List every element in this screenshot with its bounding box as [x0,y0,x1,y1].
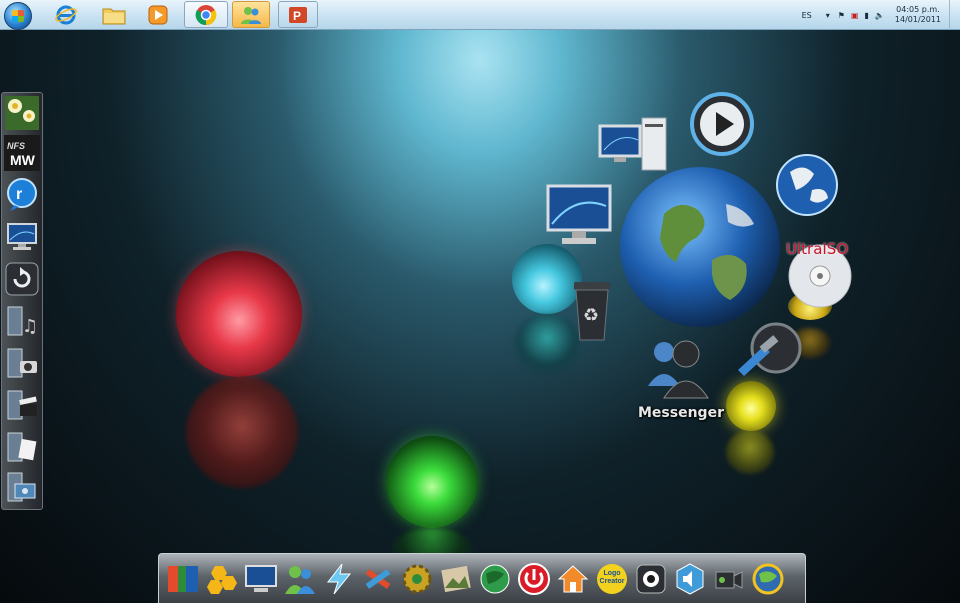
logo-creator-launcher[interactable]: Logo Creator [594,560,630,598]
music-folder-launcher[interactable]: ♫ [4,303,40,339]
documents-icon [7,432,37,462]
globe-small-icon[interactable] [774,152,840,218]
home-launcher[interactable] [555,560,591,598]
taskbar: P ES ▾ ⚑ ▣ ▮ 🔈 04:05 p.m. 14/01/2011 [0,0,960,30]
refresh-icon [5,262,39,296]
recycle-bin-icon[interactable]: ♻ [568,278,616,342]
powerpoint-icon: P [289,6,307,23]
google-chrome-button[interactable] [184,1,228,28]
ultraiso-label: UltraISO [786,240,849,258]
ie-icon [55,5,77,24]
folder-icon [102,8,126,24]
image-editor-icon [441,565,471,592]
flowers-icon [5,96,39,130]
red-sphere-reflection [186,376,298,488]
language-indicator[interactable]: ES [802,11,812,20]
power-launcher[interactable] [516,560,552,598]
flowers-launcher[interactable] [4,95,40,131]
power-icon [518,562,550,595]
media-player-icon [148,5,168,24]
avg-launcher[interactable] [165,560,201,598]
volume-icon[interactable]: 🔈 [875,11,885,20]
globe-gold-launcher[interactable] [750,560,786,598]
computer-launcher[interactable] [4,219,40,255]
speaker-launcher[interactable] [672,560,708,598]
chrome-icon [195,4,217,25]
svg-text:♻: ♻ [583,305,599,326]
camcorder-launcher[interactable] [711,560,747,598]
globe-launcher[interactable] [477,560,513,598]
sync-launcher[interactable] [4,261,40,297]
realplayer-launcher[interactable]: r [4,177,40,213]
svg-text:P: P [293,9,301,23]
avg-icon [168,565,198,592]
home-icon [557,564,589,592]
left-dock: NFS MW r ♫ [1,92,43,510]
network-folder-launcher[interactable] [4,469,40,505]
bottom-dock: Logo Creator [158,553,806,603]
red-sphere [176,251,302,377]
monitor-icon [245,564,277,592]
image-editor-launcher[interactable] [438,560,474,598]
messenger-launcher[interactable] [282,560,318,598]
show-desktop-button[interactable] [949,0,960,30]
monitor-launcher[interactable] [243,560,279,598]
webcam-launcher[interactable] [633,560,669,598]
svg-text:r: r [16,186,22,203]
nfs-mw-launcher[interactable]: NFS MW [4,135,40,171]
speaker-icon [676,562,704,595]
clock-date: 14/01/2011 [894,15,941,24]
lightning-launcher[interactable] [321,560,357,598]
documents-folder-launcher[interactable] [4,429,40,465]
lightning-icon [326,563,352,594]
music-icon: ♫ [7,306,38,337]
globe-gold-icon [752,563,784,594]
yellow-sphere [726,381,776,431]
green-sphere [386,436,478,528]
video-icon [7,390,37,420]
internet-explorer-button[interactable] [48,1,84,28]
messenger-icon [241,6,261,24]
tools-icon [365,568,391,589]
yellow-sphere-reflection [726,430,774,474]
media-play-icon[interactable] [688,92,756,156]
clock[interactable]: 04:05 p.m. 14/01/2011 [895,5,941,25]
earth-globe-icon[interactable] [616,164,784,330]
tools-launcher[interactable] [360,560,396,598]
clock-time: 04:05 p.m. [896,5,940,14]
svg-text:NFS: NFS [7,141,25,151]
webcam-icon [636,564,666,593]
monitor-icon [7,223,37,250]
messenger-label: Messenger [638,405,724,421]
svg-text:♫: ♫ [22,316,38,337]
nfs-mw-label: MW [10,152,35,168]
gear-launcher[interactable] [399,560,435,598]
cleaner-brush-icon[interactable] [734,318,804,378]
system-tray: ES ▾ ⚑ ▣ ▮ 🔈 04:05 p.m. 14/01/2011 [802,0,960,30]
hex-app-icon [207,565,237,594]
windows-orb-icon[interactable] [4,2,32,30]
messenger-icon[interactable] [646,334,716,400]
gear-icon [402,564,432,593]
security-icon[interactable]: ▣ [851,11,859,20]
media-player-button[interactable] [140,1,176,28]
windows-explorer-button[interactable] [96,1,132,28]
flag-icon[interactable]: ⚑ [838,11,845,20]
powerpoint-button[interactable]: P [278,1,318,28]
globe-icon [480,564,510,593]
network-icon[interactable]: ▮ [865,11,869,20]
chevron-down-icon[interactable]: ▾ [826,11,830,20]
computer-tower-icon[interactable] [598,116,670,172]
pictures-folder-launcher[interactable] [4,345,40,381]
messenger-taskbar-button[interactable] [232,1,270,28]
network-icon [7,472,36,502]
videos-folder-launcher[interactable] [4,387,40,423]
hex-app-launcher[interactable] [204,560,240,598]
camcorder-icon [715,570,743,589]
camera-icon [7,348,37,378]
logo-creator-text: Logo Creator [599,569,625,585]
monitor-desktop-icon[interactable] [546,184,612,248]
messenger-icon [285,565,315,594]
realplayer-icon: r [7,178,37,211]
